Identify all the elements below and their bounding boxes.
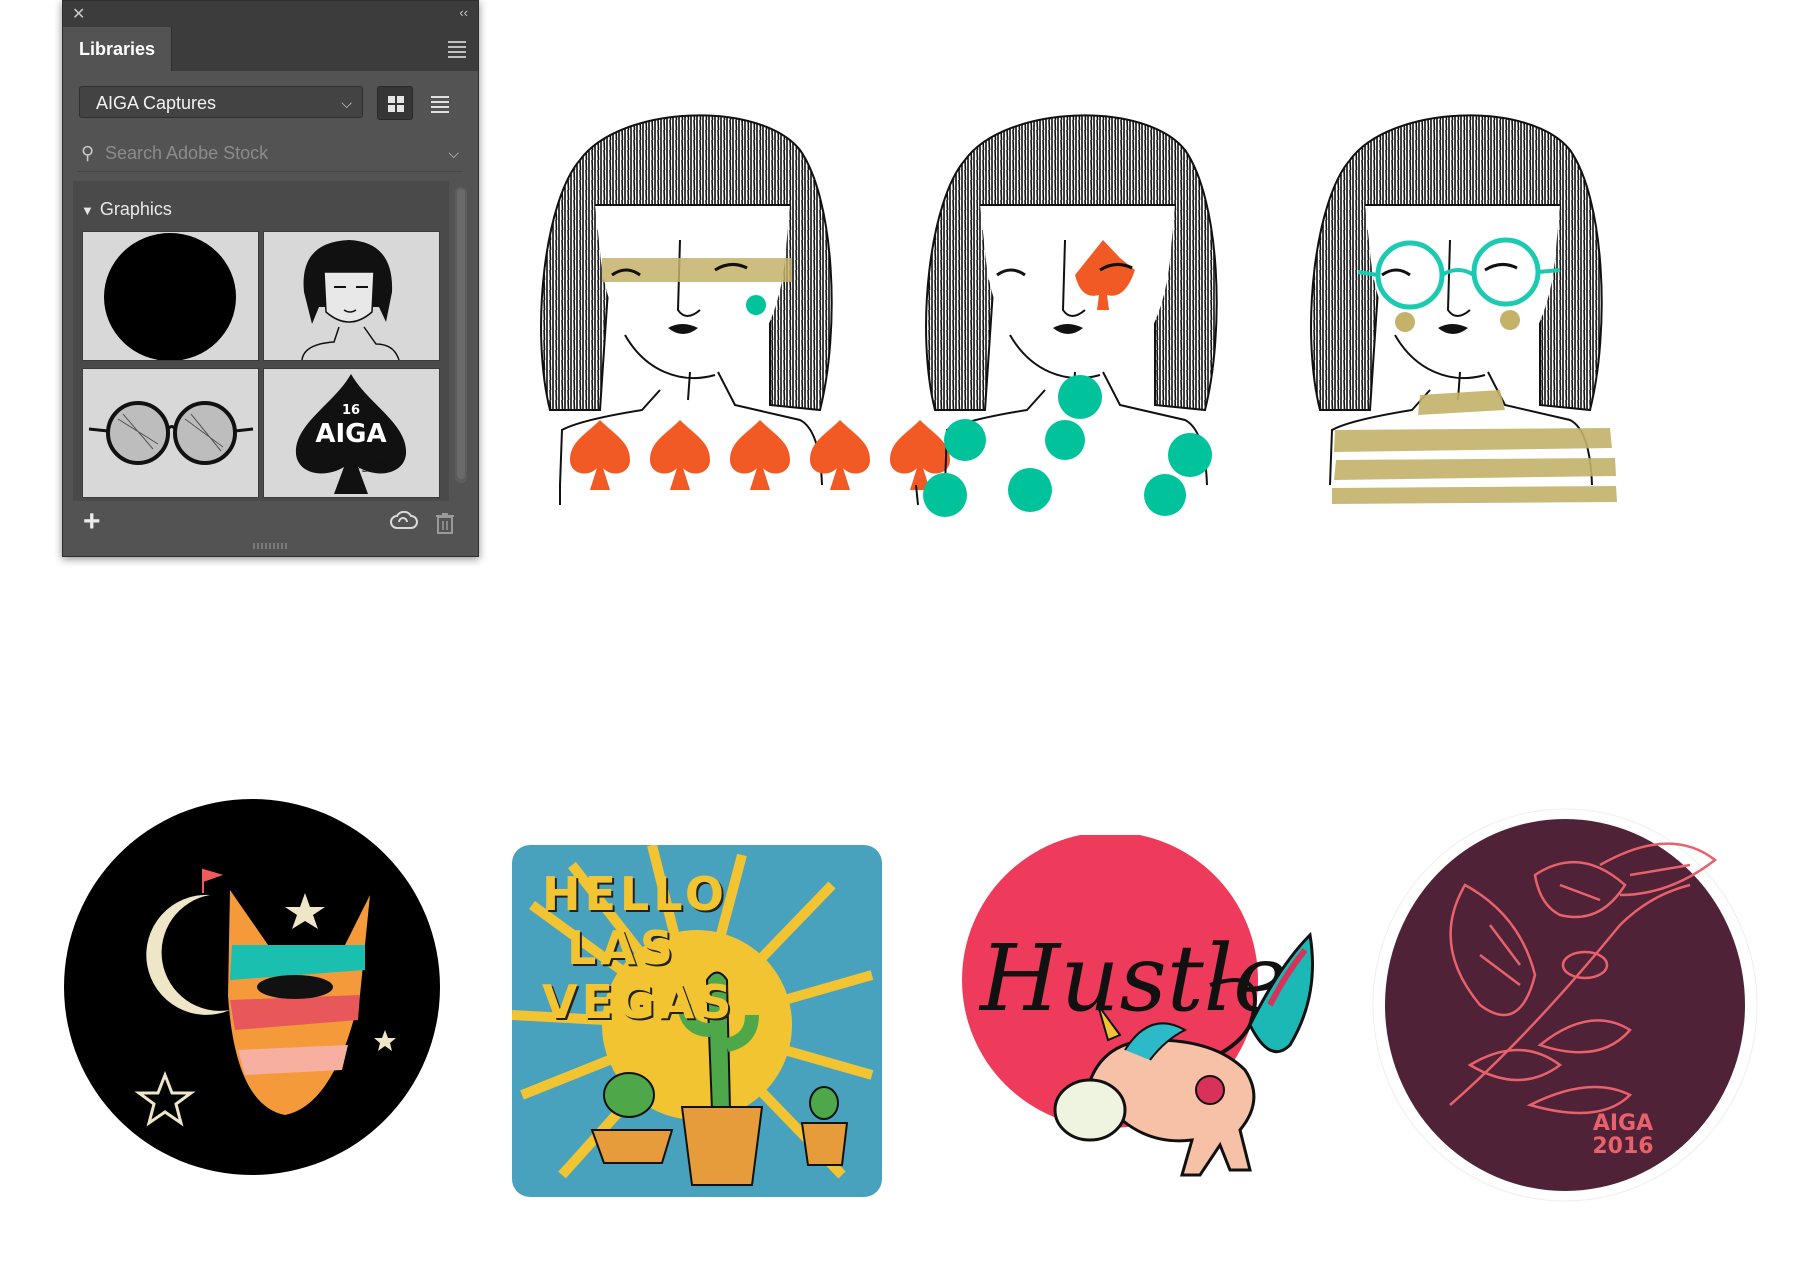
aiga-year-line2: 2016 — [1592, 1134, 1653, 1159]
sticker-aiga-2016: AIGA 2016 — [1372, 808, 1758, 1202]
hello-line1: HELLO — [542, 867, 729, 921]
panel-tabbar: Libraries — [63, 27, 478, 71]
hello-line2: LAS — [567, 921, 678, 975]
spade-number: 16 — [342, 403, 360, 418]
spade-script: Las Vegas — [315, 457, 387, 473]
graphics-group-header[interactable]: ▼ Graphics — [81, 199, 172, 220]
panel-footer: + — [63, 501, 478, 556]
collapse-icon[interactable]: ‹‹ — [459, 5, 468, 20]
library-dropdown[interactable]: AIGA Captures ⌵ — [79, 86, 363, 118]
libraries-panel: ✕ ‹‹ Libraries AIGA Captures ⌵ ⚲ Search … — [62, 0, 479, 557]
library-dropdown-value: AIGA Captures — [96, 93, 217, 113]
tab-libraries[interactable]: Libraries — [63, 27, 172, 71]
add-icon[interactable]: + — [83, 505, 101, 539]
group-label: Graphics — [99, 199, 172, 219]
scrollbar[interactable] — [455, 187, 467, 483]
chevron-down-icon[interactable]: ⌵ — [448, 139, 459, 167]
search-icon: ⚲ — [81, 143, 95, 163]
graphic-thumb-glasses[interactable] — [82, 368, 259, 498]
trash-icon[interactable] — [435, 511, 455, 535]
portrait-dots — [923, 113, 1219, 517]
search-placeholder: Search Adobe Stock — [105, 143, 269, 163]
hustle-text: Hustle — [978, 925, 1288, 1032]
sticker-hello-las-vegas: HELLO LAS VEGAS — [512, 845, 882, 1197]
graphic-thumb-girl[interactable] — [263, 231, 440, 361]
chevron-down-icon: ⌵ — [341, 95, 352, 111]
portrait-illustrations — [540, 113, 1617, 517]
hello-line3: VEGAS — [542, 975, 736, 1029]
search-stock-field[interactable]: ⚲ Search Adobe Stock ⌵ — [77, 139, 463, 172]
list-view-icon — [431, 96, 449, 116]
graphic-thumb-circle[interactable] — [82, 231, 259, 361]
spade-word: AIGA — [315, 419, 386, 449]
triangle-down-icon: ▼ — [81, 203, 94, 218]
panel-titlebar: ✕ ‹‹ — [63, 1, 478, 27]
grid-view-button[interactable] — [377, 86, 413, 120]
sticker-hustle-unicorn: Hustle — [962, 835, 1314, 1177]
aiga-spade-graphic: 16 AIGA Las Vegas — [295, 374, 407, 494]
creative-cloud-icon[interactable] — [389, 511, 419, 533]
grid-view-icon — [388, 96, 404, 112]
black-circle-graphic — [104, 233, 236, 360]
graphic-thumb-aiga-spade[interactable]: 16 AIGA Las Vegas — [263, 368, 440, 498]
list-view-button[interactable] — [421, 86, 457, 120]
portrait-spades — [540, 113, 950, 506]
sticker-cat-moon — [64, 799, 440, 1175]
girl-portrait-graphic — [301, 240, 400, 360]
aiga-year-line1: AIGA — [1593, 1111, 1653, 1136]
hello-las-vegas-text: HELLO LAS VEGAS — [542, 867, 736, 1029]
close-icon[interactable]: ✕ — [72, 4, 85, 24]
scrollbar-thumb[interactable] — [457, 189, 465, 479]
portrait-glasses — [1309, 113, 1617, 504]
resize-grip[interactable] — [253, 543, 289, 549]
round-glasses-graphic — [88, 401, 254, 465]
panel-menu-icon[interactable] — [448, 41, 466, 61]
